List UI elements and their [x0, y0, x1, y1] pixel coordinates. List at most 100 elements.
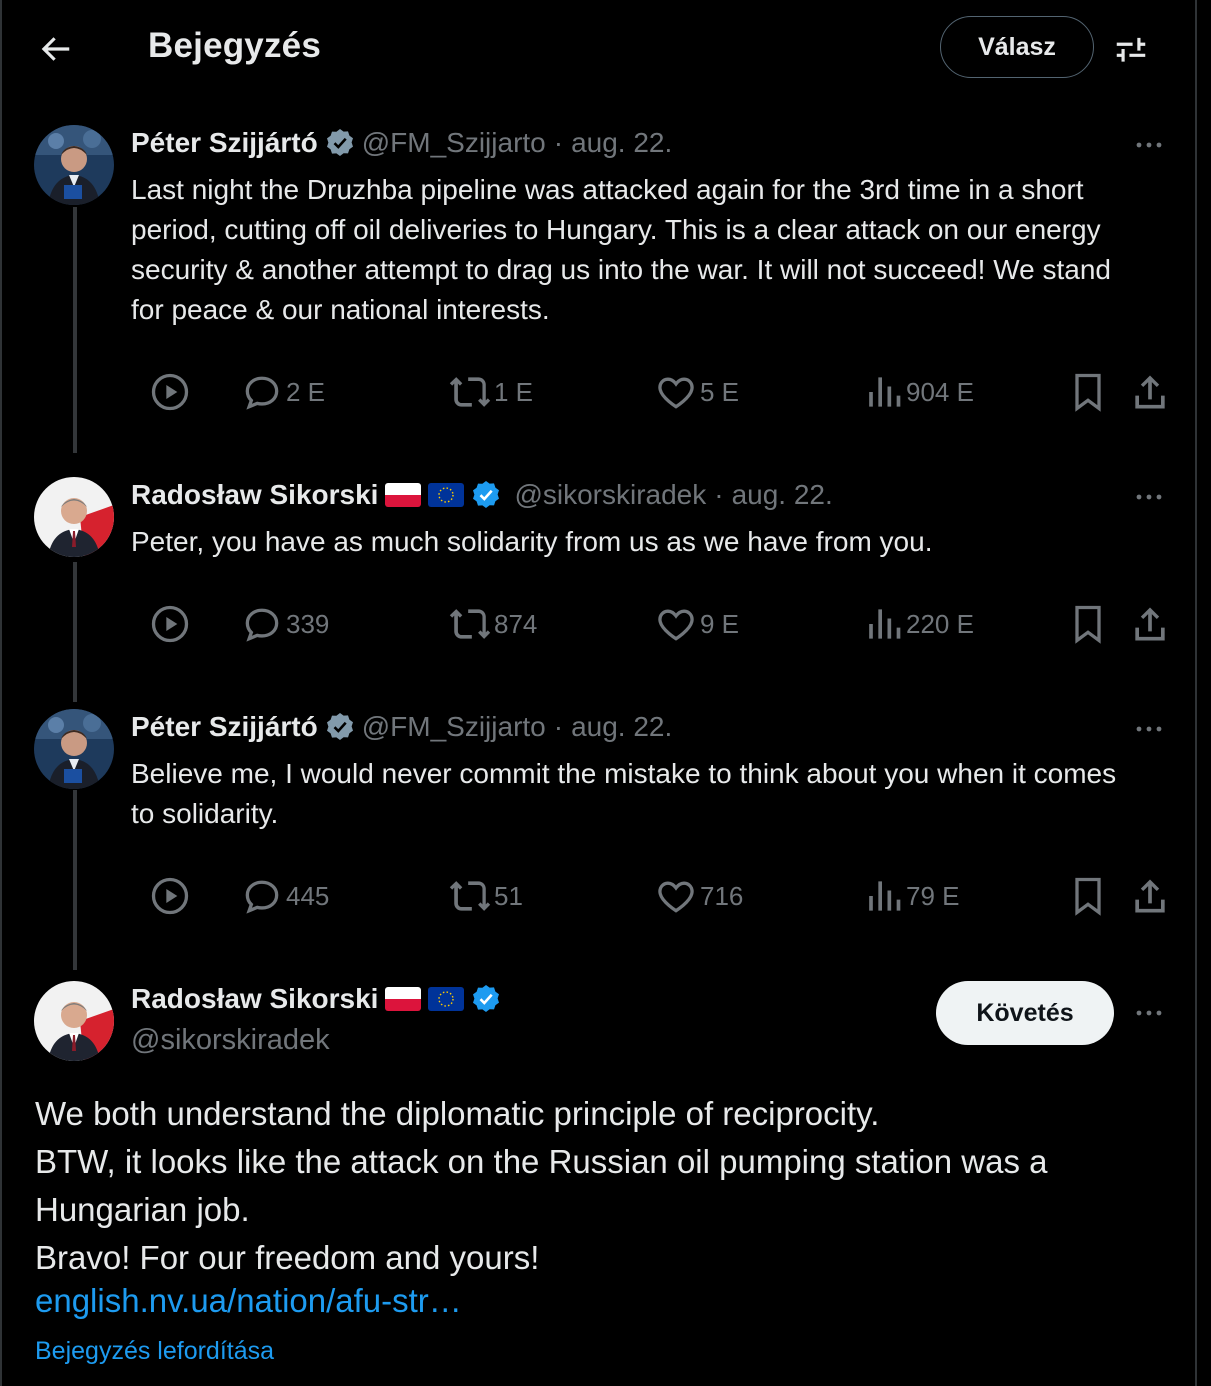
display-name[interactable]: Péter Szijjártó: [131, 127, 318, 159]
reply-count: 339: [286, 608, 330, 639]
handle[interactable]: @FM_Szijjarto: [362, 711, 546, 743]
back-arrow-icon[interactable]: [36, 30, 74, 68]
main-post-header: Radosław Sikorski: [131, 983, 508, 1015]
repost-icon: [449, 377, 491, 407]
views-action[interactable]: 904 E: [860, 370, 974, 414]
analytics-icon: [869, 881, 901, 911]
post-line: BTW, it looks like the attack on the Rus…: [35, 1143, 1048, 1180]
sliders-icon[interactable]: [1112, 30, 1150, 68]
reply-count: 445: [286, 880, 330, 911]
verified-gray-badge-icon: [325, 127, 355, 158]
heart-icon: [658, 609, 694, 641]
main-post-text: We both understand the diplomatic princi…: [35, 1090, 1155, 1282]
bookmark-icon: [1075, 373, 1101, 412]
avatar[interactable]: [34, 477, 114, 557]
play-button[interactable]: [148, 370, 192, 414]
eu-flag-icon: [428, 483, 465, 507]
bookmark-action[interactable]: [1066, 602, 1110, 646]
page-title: Bejegyzés: [148, 26, 322, 65]
analytics-icon: [869, 609, 901, 639]
like-count: 5 E: [700, 376, 740, 407]
post-line: Hungarian job.: [35, 1191, 250, 1228]
tweet-header: Radosław Sikorski @sikorskiradek · aug. …: [131, 479, 833, 511]
article-link[interactable]: english.nv.ua/nation/afu-str…: [35, 1282, 462, 1320]
handle[interactable]: @sikorskiradek: [131, 1024, 330, 1057]
verified-blue-badge-icon: [472, 479, 501, 510]
views-action[interactable]: 79 E: [860, 874, 960, 918]
repost-action[interactable]: 1 E: [448, 370, 533, 414]
handle[interactable]: @sikorskiradek: [514, 479, 706, 511]
like-action[interactable]: 716: [654, 874, 743, 918]
avatar[interactable]: [34, 125, 114, 205]
reply-bubble-icon: [245, 880, 279, 914]
like-count: 716: [700, 880, 744, 911]
views-action[interactable]: 220 E: [860, 602, 974, 646]
repost-count: 51: [494, 880, 523, 911]
views-count: 904 E: [906, 376, 974, 407]
share-action[interactable]: [1128, 370, 1172, 414]
play-circle-icon: [151, 877, 189, 915]
separator: ·: [553, 127, 564, 158]
tweet-text: Peter, you have as much solidarity from …: [131, 526, 933, 557]
repost-icon: [449, 881, 491, 911]
display-name[interactable]: Radosław Sikorski: [131, 983, 378, 1015]
repost-count: 874: [494, 608, 538, 639]
like-action[interactable]: 5 E: [654, 370, 739, 414]
reply-action[interactable]: 445: [240, 874, 329, 918]
reply-action[interactable]: 2 E: [240, 370, 325, 414]
analytics-icon: [869, 377, 901, 407]
avatar[interactable]: [34, 981, 114, 1061]
tweet-header: Péter Szijjártó @FM_Szijjarto · aug. 22.: [131, 127, 672, 159]
poland-flag-icon: [385, 483, 422, 507]
like-action[interactable]: 9 E: [654, 602, 739, 646]
play-circle-icon: [151, 605, 189, 643]
views-count: 79 E: [906, 880, 960, 911]
bookmark-action[interactable]: [1066, 874, 1110, 918]
follow-button[interactable]: Követés: [936, 981, 1114, 1045]
post-line: Bravo! For our freedom and yours!: [35, 1239, 540, 1276]
eu-flag-icon: [428, 987, 465, 1011]
bookmark-action[interactable]: [1066, 370, 1110, 414]
tweet-text: Last night the Druzhba pipeline was atta…: [131, 174, 1111, 325]
verified-gray-badge-icon: [325, 711, 355, 742]
timestamp[interactable]: aug. 22.: [571, 711, 672, 743]
separator: ·: [553, 711, 564, 742]
reply-action[interactable]: 339: [240, 602, 329, 646]
thread-line: [73, 207, 77, 453]
share-icon: [1135, 375, 1165, 409]
separator: ·: [714, 479, 724, 510]
tweet-header: Péter Szijjártó @FM_Szijjarto · aug. 22.: [131, 711, 672, 743]
display-name[interactable]: Péter Szijjártó: [131, 711, 318, 743]
repost-action[interactable]: 51: [448, 874, 523, 918]
post-line: We both understand the diplomatic princi…: [35, 1095, 880, 1132]
poland-flag-icon: [385, 987, 422, 1011]
tweet-text: Believe me, I would never commit the mis…: [131, 758, 1117, 829]
reply-button[interactable]: Válasz: [940, 16, 1094, 78]
handle[interactable]: @FM_Szijjarto: [362, 127, 546, 159]
more-options-icon[interactable]: [1131, 479, 1167, 515]
translate-post-link[interactable]: Bejegyzés lefordítása: [35, 1337, 274, 1366]
repost-action[interactable]: 874: [448, 602, 537, 646]
bookmark-icon: [1075, 605, 1101, 644]
reply-count: 2 E: [286, 376, 326, 407]
more-options-icon[interactable]: [1131, 127, 1167, 163]
more-options-icon[interactable]: [1131, 711, 1167, 747]
timestamp[interactable]: aug. 22.: [732, 479, 833, 511]
play-circle-icon: [151, 373, 189, 411]
reply-bubble-icon: [245, 376, 279, 410]
play-button[interactable]: [148, 874, 192, 918]
share-action[interactable]: [1128, 874, 1172, 918]
thread-line: [73, 562, 77, 702]
more-options-icon[interactable]: [1131, 995, 1167, 1031]
repost-icon: [449, 609, 491, 639]
thread-line: [73, 790, 77, 970]
share-icon: [1135, 879, 1165, 913]
views-count: 220 E: [906, 608, 974, 639]
share-action[interactable]: [1128, 602, 1172, 646]
timestamp[interactable]: aug. 22.: [571, 127, 672, 159]
repost-count: 1 E: [494, 376, 534, 407]
verified-blue-badge-icon: [472, 983, 501, 1014]
display-name[interactable]: Radosław Sikorski: [131, 479, 378, 511]
play-button[interactable]: [148, 602, 192, 646]
avatar[interactable]: [34, 709, 114, 789]
